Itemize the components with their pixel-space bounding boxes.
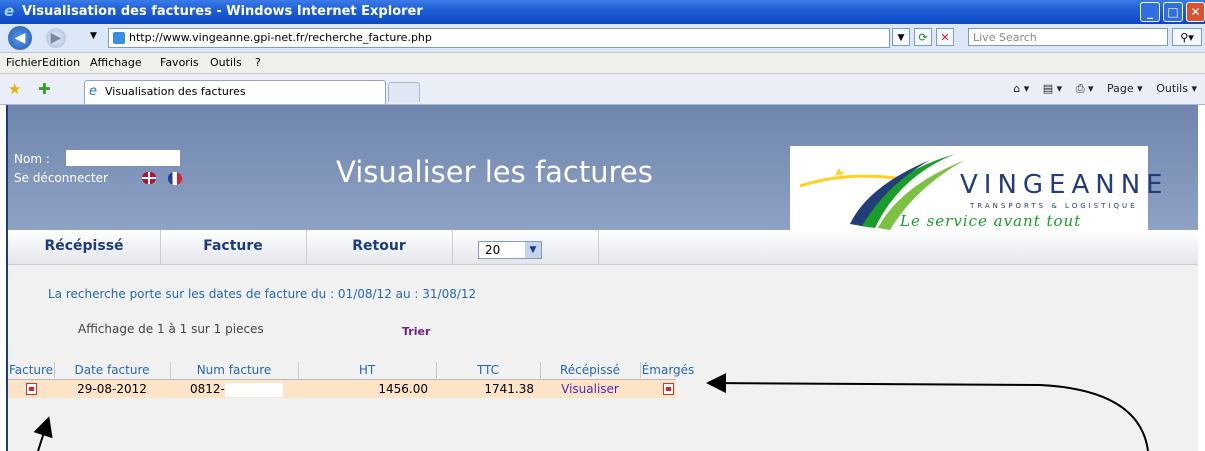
menu-help[interactable]: ? — [255, 56, 261, 69]
print-icon[interactable]: ⎙ ▾ — [1076, 82, 1094, 95]
nav-menu: Récépissé Facture Retour — [8, 230, 1198, 265]
col-ht: HT — [298, 362, 437, 378]
address-bar: ◀ ▶ ▼ http://www.vingeanne.gpi-net.fr/re… — [0, 24, 1205, 53]
back-button[interactable]: ◀ — [8, 26, 32, 50]
outils-menu[interactable]: Outils ▾ — [1156, 82, 1197, 95]
tab-bar: ★ ✚ e Visualisation des factures ⌂ ▾ ▤ ▾… — [0, 74, 1205, 105]
page-menu[interactable]: Page ▾ — [1107, 82, 1143, 95]
nav-retour[interactable]: Retour — [306, 230, 453, 264]
window-titlebar: e Visualisation des factures - Windows I… — [0, 0, 1205, 24]
logout-link[interactable]: Se déconnecter — [14, 171, 108, 185]
col-date: Date facture — [54, 362, 171, 378]
cell-num: 0812- — [190, 380, 298, 398]
page-title: Visualiser les factures — [336, 155, 653, 189]
menu-edition[interactable]: Edition — [42, 56, 80, 69]
search-icon[interactable]: ⚲▾ — [1172, 28, 1202, 46]
url-dropdown-button[interactable]: ▼ — [892, 28, 910, 46]
window-title: Visualisation des factures - Windows Int… — [22, 4, 423, 19]
ie-logo-icon: e — [4, 2, 15, 20]
url-input[interactable]: http://www.vingeanne.gpi-net.fr/recherch… — [108, 28, 890, 48]
command-bar: ⌂ ▾ ▤ ▾ ⎙ ▾ Page ▾ Outils ▾ — [1003, 82, 1197, 96]
search-input[interactable]: Live Search — [968, 28, 1168, 46]
col-facture: Facture — [8, 362, 55, 378]
history-dropdown-icon[interactable]: ▼ — [90, 31, 97, 41]
redacted-box — [224, 382, 283, 397]
menu-favoris[interactable]: Favoris — [160, 56, 199, 69]
logo-name: VINGEANNE — [960, 170, 1169, 200]
minimize-button[interactable]: _ — [1140, 2, 1160, 22]
close-button[interactable]: ✕ — [1186, 2, 1205, 22]
chevron-down-icon: ▼ — [525, 242, 541, 258]
french-flag-icon[interactable] — [168, 172, 182, 185]
english-flag-icon[interactable] — [142, 172, 156, 184]
facture-pdf-icon[interactable] — [8, 380, 54, 398]
new-tab-button[interactable] — [388, 82, 420, 102]
url-text: http://www.vingeanne.gpi-net.fr/recherch… — [129, 31, 432, 44]
feeds-icon[interactable]: ▤ ▾ — [1043, 82, 1062, 95]
sort-link[interactable]: Trier — [402, 325, 430, 338]
per-page-select[interactable]: 20 ▼ — [478, 241, 542, 259]
cell-ttc: 1741.38 — [484, 382, 534, 396]
nav-facture[interactable]: Facture — [160, 230, 307, 264]
menu-affichage[interactable]: Affichage — [90, 56, 142, 69]
refresh-button[interactable]: ⟳ — [914, 28, 932, 46]
tab-visualisation[interactable]: e Visualisation des factures — [84, 80, 386, 104]
home-icon[interactable]: ⌂ ▾ — [1013, 82, 1029, 95]
search-date-info: La recherche porte sur les dates de fact… — [48, 287, 477, 301]
col-recepisse: Récépissé — [540, 362, 641, 378]
logo-slogan: Le service avant tout — [900, 212, 1082, 230]
page-icon — [113, 32, 125, 44]
nav-recepisse[interactable]: Récépissé — [8, 230, 161, 264]
ie-page-icon: e — [89, 84, 97, 99]
add-favorite-icon[interactable]: ✚ — [38, 80, 51, 98]
page-content: Nom : Se déconnecter Visualiser les fact… — [6, 105, 1198, 451]
nom-value-field — [66, 150, 180, 166]
emarges-pdf-icon[interactable] — [640, 380, 696, 398]
col-num: Num facture — [170, 362, 299, 378]
page-header: Nom : Se déconnecter Visualiser les fact… — [8, 105, 1198, 232]
tab-label: Visualisation des factures — [105, 85, 246, 98]
visualiser-link[interactable]: Visualiser — [540, 380, 640, 398]
maximize-button[interactable]: □ — [1163, 2, 1183, 22]
stop-button[interactable]: ✕ — [936, 28, 954, 46]
menu-fichier[interactable]: Fichier — [6, 56, 42, 69]
menu-outils[interactable]: Outils — [210, 56, 242, 69]
col-ttc: TTC — [436, 362, 541, 378]
col-emarges: Émargés — [641, 363, 695, 377]
forward-button[interactable]: ▶ — [46, 28, 66, 48]
display-count: Affichage de 1 à 1 sur 1 pieces — [78, 322, 264, 336]
vingeanne-logo: VINGEANNE TRANSPORTS & LOGISTIQUE Le ser… — [790, 146, 1163, 232]
menu-bar: Fichier Edition Affichage Favoris Outils… — [0, 53, 1205, 74]
favorites-star-icon[interactable]: ★ — [8, 80, 21, 98]
cell-date: 29-08-2012 — [77, 382, 147, 396]
per-page-value: 20 — [485, 243, 501, 257]
logo-subtitle: TRANSPORTS & LOGISTIQUE — [970, 202, 1138, 210]
cell-ht: 1456.00 — [378, 382, 428, 396]
nom-label: Nom : — [14, 152, 50, 166]
